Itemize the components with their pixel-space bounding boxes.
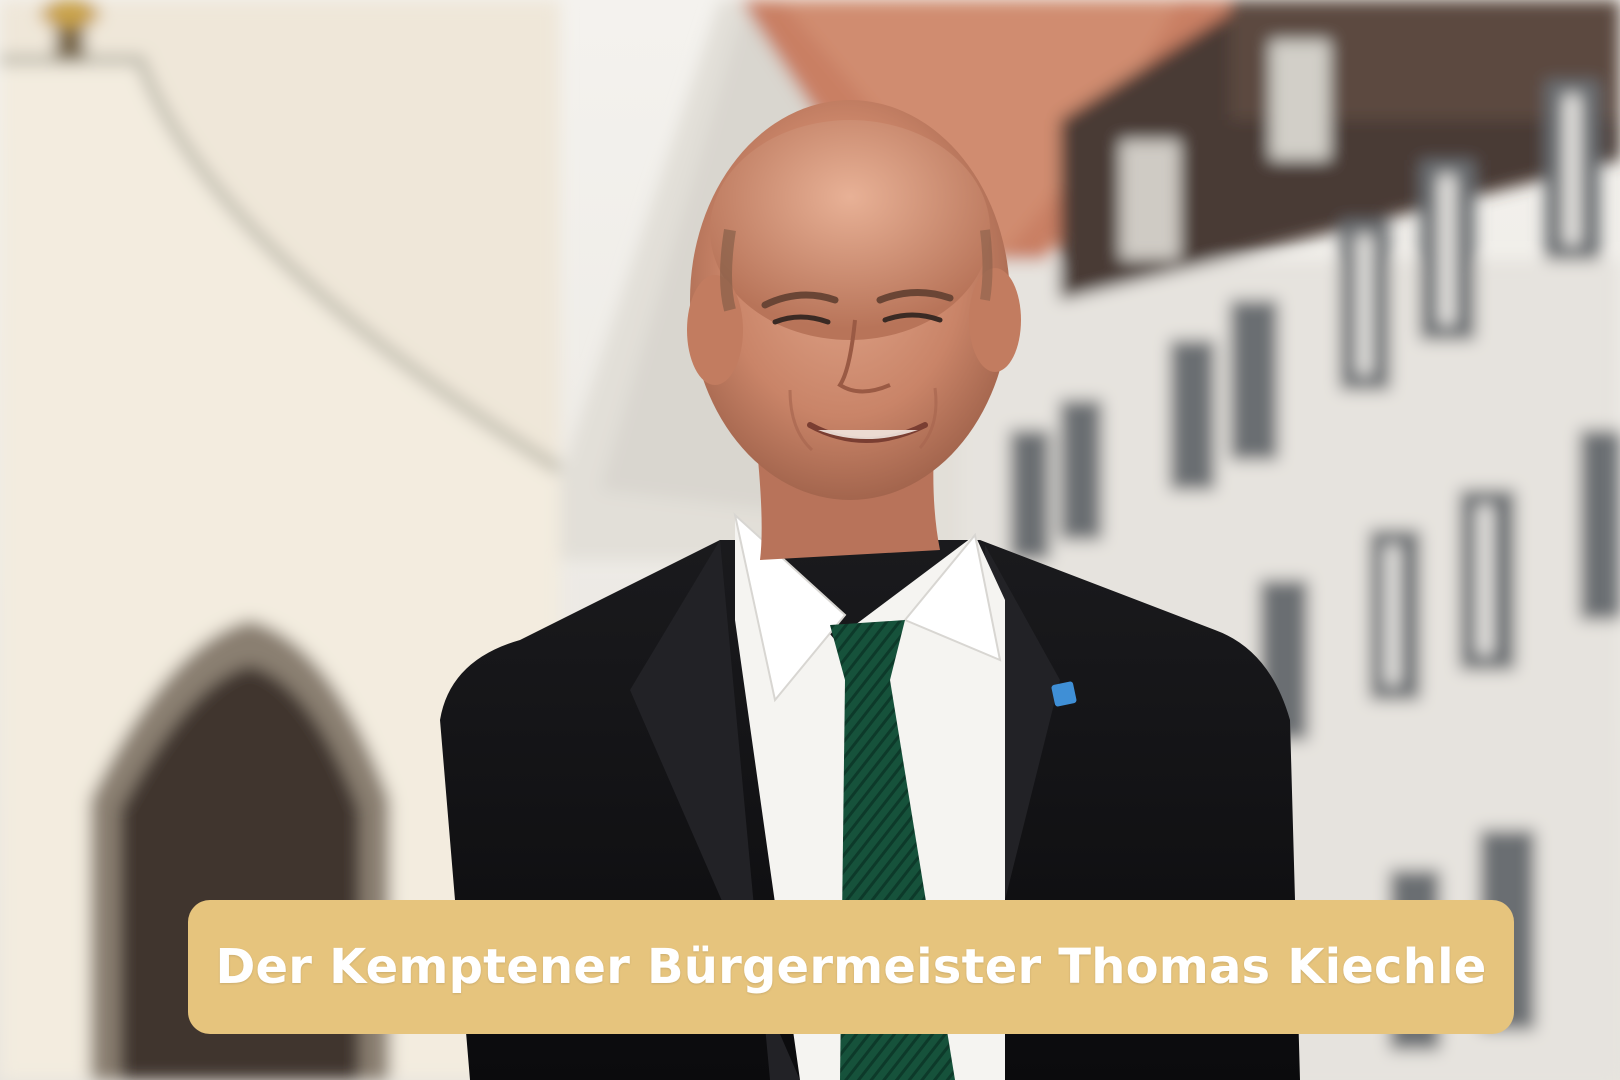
caption-banner: Der Kemptener Bürgermeister Thomas Kiech…: [188, 900, 1514, 1034]
caption-text: Der Kemptener Bürgermeister Thomas Kiech…: [215, 939, 1487, 995]
photo-scene: Der Kemptener Bürgermeister Thomas Kiech…: [0, 0, 1620, 1080]
